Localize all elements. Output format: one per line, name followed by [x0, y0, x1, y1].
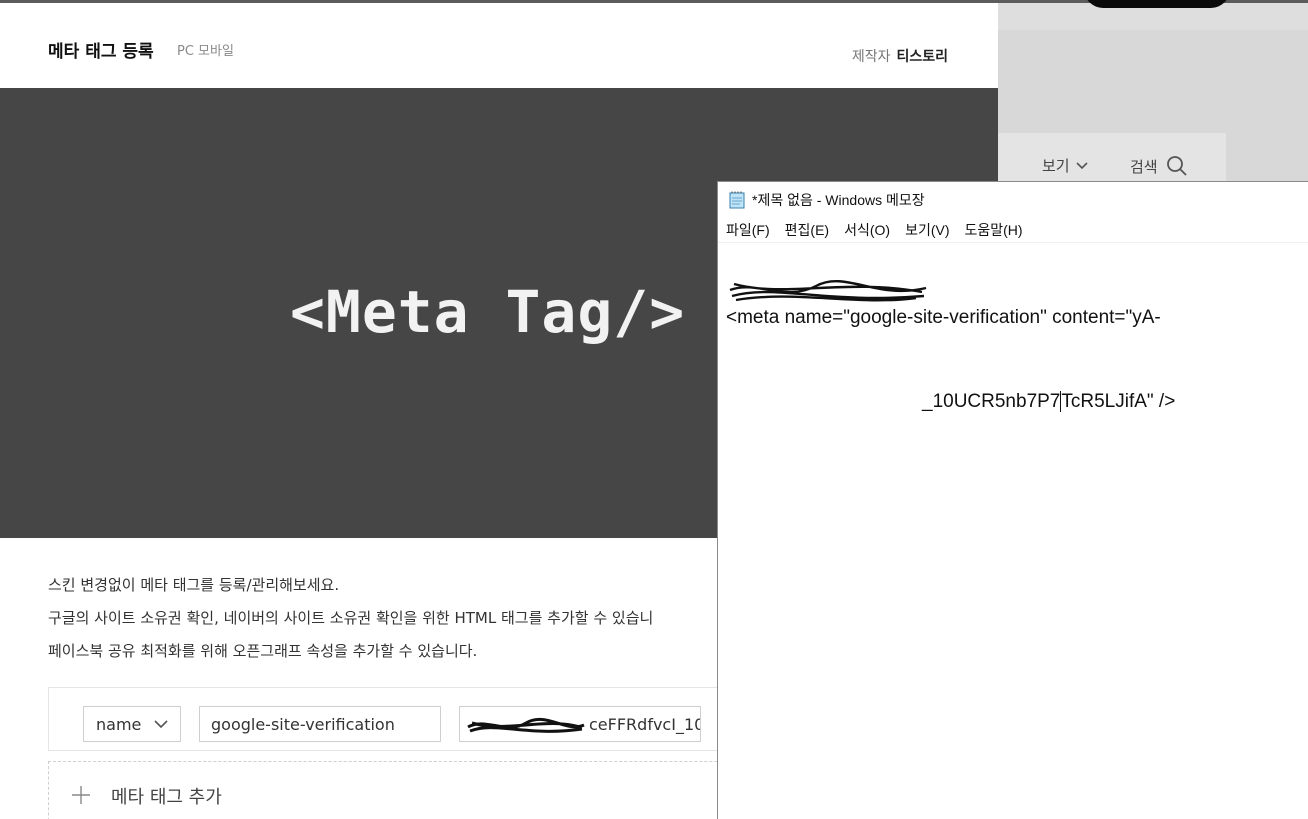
background-view-label: 보기 — [1042, 157, 1070, 175]
author-info: 제작자 티스토리 — [852, 46, 948, 66]
search-icon — [1166, 156, 1187, 176]
modal-header: 메타 태그 등록 PC 모바일 제작자 티스토리 — [0, 3, 998, 88]
description-line: 페이스북 공유 최적화를 위해 오픈그래프 속성을 추가할 수 있습니다. — [48, 642, 478, 660]
notepad-window: *제목 없음 - Windows 메모장 파일(F) 편집(E) 서식(O) 보… — [717, 181, 1308, 819]
meta-type-value: name — [96, 714, 142, 734]
notepad-line-1: <meta name="google-site-verification" co… — [726, 307, 1161, 328]
menu-edit[interactable]: 편집(E) — [785, 220, 829, 240]
background-search-label: 검색 — [1130, 157, 1158, 176]
chevron-down-icon — [1076, 161, 1088, 169]
notepad-menubar: 파일(F) 편집(E) 서식(O) 보기(V) 도움말(H) — [718, 218, 1308, 243]
description-line: 스킨 변경없이 메타 태그를 등록/관리해보세요. — [48, 576, 340, 594]
redaction-scribble — [729, 280, 927, 302]
notepad-line-2: _10UCR5nb7P7TcR5LJifA" /> — [726, 388, 1301, 416]
meta-content-input[interactable]: ceFFRdfvcI_10 — [459, 706, 701, 742]
author-name: 티스토리 — [896, 49, 948, 65]
add-meta-tag-label: 메타 태그 추가 — [111, 787, 222, 808]
meta-type-select[interactable]: name — [83, 706, 181, 742]
notepad-titlebar[interactable]: *제목 없음 - Windows 메모장 — [718, 182, 1308, 218]
menu-view[interactable]: 보기(V) — [905, 220, 949, 240]
chevron-down-icon — [154, 720, 168, 729]
hero-text: <Meta Tag/> — [290, 278, 686, 346]
redaction-scribble — [467, 717, 585, 733]
author-label: 제작자 — [851, 49, 891, 65]
notepad-line-2-end: TcR5LJifA" /> — [1061, 391, 1176, 412]
description: 스킨 변경없이 메타 태그를 등록/관리해보세요. 구글의 사이트 소유권 확인… — [48, 569, 653, 668]
meta-content-value: ceFFRdfvcI_10 — [589, 714, 701, 734]
background-view-menu: 보기 — [1042, 155, 1088, 176]
notepad-title: *제목 없음 - Windows 메모장 — [752, 192, 925, 208]
notepad-line-2-start: _10UCR5nb7P7 — [922, 391, 1061, 412]
modal-title: 메타 태그 등록 — [48, 42, 154, 62]
meta-name-input[interactable]: google-site-verification — [199, 706, 441, 742]
menu-format[interactable]: 서식(O) — [844, 220, 890, 240]
plus-icon — [72, 786, 90, 804]
meta-name-value: google-site-verification — [211, 714, 395, 734]
menu-help[interactable]: 도움말(H) — [965, 220, 1023, 240]
modal-subtitle: PC 모바일 — [177, 44, 234, 59]
background-search: 검색 — [1130, 155, 1188, 177]
background-pill-button — [1084, 0, 1230, 8]
menu-file[interactable]: 파일(F) — [726, 220, 770, 240]
notepad-icon — [729, 191, 745, 209]
description-line: 구글의 사이트 소유권 확인, 네이버의 사이트 소유권 확인을 위한 HTML… — [48, 609, 654, 627]
